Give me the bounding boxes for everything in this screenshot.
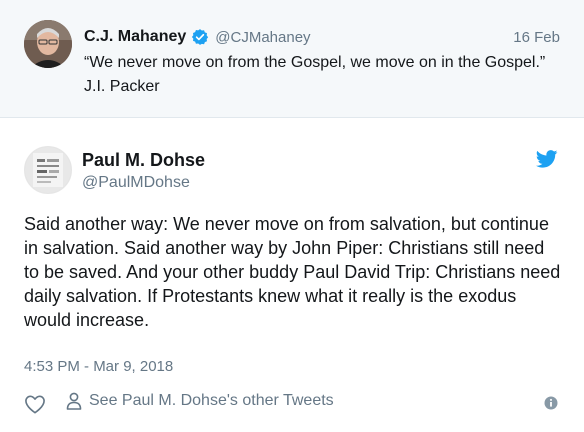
author-name[interactable]: Paul M. Dohse [82,150,205,171]
quoted-tweet-header: C.J. Mahaney @CJMahaney 16 Feb [84,26,560,48]
quoted-author-handle[interactable]: @CJMahaney [215,29,310,46]
author-avatar[interactable] [24,146,72,194]
quoted-tweet[interactable]: C.J. Mahaney @CJMahaney 16 Feb “We never… [0,0,584,118]
quoted-author-avatar[interactable] [24,20,72,68]
other-tweets-link[interactable]: See Paul M. Dohse's other Tweets [66,392,334,410]
quoted-tweet-text: “We never move on from the Gospel, we mo… [84,54,546,95]
quoted-tweet-date[interactable]: 16 Feb [513,29,560,46]
tweet-actions: See Paul M. Dohse's other Tweets [24,392,560,414]
person-icon [66,392,82,410]
verified-badge-icon [191,28,209,46]
quoted-author-name[interactable]: C.J. Mahaney [84,28,186,46]
tweet-text: Said another way: We never move on from … [24,214,561,330]
twitter-bird-icon[interactable] [535,150,558,168]
other-tweets-label: See Paul M. Dohse's other Tweets [89,392,334,409]
author-handle[interactable]: @PaulMDohse [82,174,190,192]
heart-icon[interactable] [24,394,46,414]
info-icon[interactable] [544,396,558,410]
tweet-timestamp[interactable]: 4:53 PM - Mar 9, 2018 [24,358,173,375]
